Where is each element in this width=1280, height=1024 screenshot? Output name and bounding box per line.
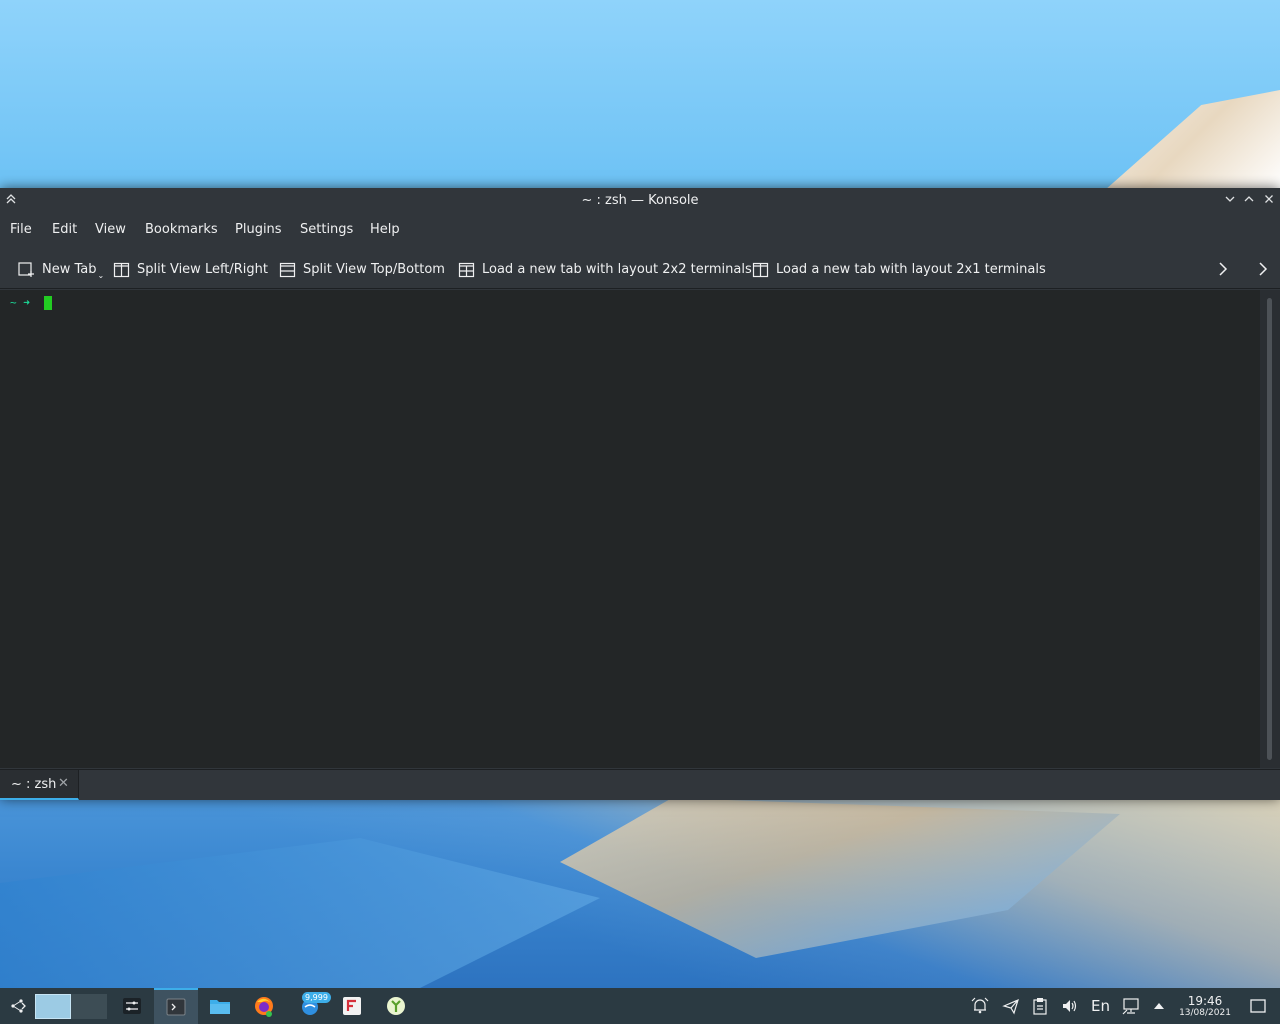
main-toolbar: New Tab ⌄ Split View Left/Right Split Vi… xyxy=(0,250,1280,289)
close-icon[interactable]: ✕ xyxy=(58,776,69,791)
network-tray[interactable] xyxy=(1122,988,1140,1024)
chevron-down-icon[interactable]: ⌄ xyxy=(98,271,105,280)
task-settings[interactable] xyxy=(116,988,148,1024)
store-app-icon xyxy=(343,997,361,1015)
split-top-bottom-label: Split View Top/Bottom xyxy=(303,261,445,277)
task-firefox[interactable] xyxy=(248,988,280,1024)
minimize-button[interactable] xyxy=(1221,192,1239,210)
telegram-tray[interactable] xyxy=(1002,988,1020,1024)
split-left-right-button[interactable]: Split View Left/Right xyxy=(113,259,268,279)
clipboard-tray[interactable] xyxy=(1032,988,1048,1024)
new-tab-icon xyxy=(18,262,34,277)
volume-tray[interactable] xyxy=(1061,988,1079,1024)
wallpaper-lower xyxy=(0,798,1280,988)
shell-prompt: ~ ➜ xyxy=(10,296,30,309)
scrollbar-thumb[interactable] xyxy=(1267,298,1272,760)
notifications-tray[interactable] xyxy=(971,988,989,1024)
wallpaper-mountain xyxy=(1105,90,1280,190)
tab-label: ~ : zsh xyxy=(11,777,57,792)
split-top-bottom-button[interactable]: Split View Top/Bottom xyxy=(279,259,445,279)
task-dolphin[interactable] xyxy=(203,988,237,1024)
taskbar: 9,999 En 19:46 13/08/2021 xyxy=(0,988,1280,1024)
close-button[interactable] xyxy=(1260,192,1278,210)
title-bar[interactable]: ~ : zsh — Konsole xyxy=(0,188,1280,214)
toolbar-overflow-button[interactable] xyxy=(1216,259,1237,279)
konsole-app-icon xyxy=(166,998,186,1016)
layout-grid-icon xyxy=(458,262,475,277)
network-wired-icon xyxy=(1122,998,1139,1015)
chevron-right-icon xyxy=(1219,262,1228,276)
menu-settings[interactable]: Settings xyxy=(300,222,353,237)
tab-bar: ~ : zsh ✕ xyxy=(0,769,1280,800)
terminal-area[interactable]: ~ ➜ xyxy=(0,290,1260,768)
speaker-icon xyxy=(1063,1000,1077,1012)
menu-file[interactable]: File xyxy=(10,222,32,237)
alarm-bell-icon xyxy=(971,997,989,1014)
toolbar-extension-button[interactable] xyxy=(1256,259,1277,279)
show-desktop-button[interactable] xyxy=(1249,988,1267,1024)
menu-plugins[interactable]: Plugins xyxy=(235,222,282,237)
clock-date[interactable]: 13/08/2021 xyxy=(1178,1008,1232,1018)
show-desktop-icon xyxy=(1250,999,1266,1013)
split-vertical-icon xyxy=(279,262,296,277)
virtual-desktop-pager[interactable] xyxy=(35,994,107,1019)
menu-view[interactable]: View xyxy=(95,222,126,237)
plant-app-icon xyxy=(387,997,405,1015)
text-cursor xyxy=(44,296,52,310)
clipboard-icon xyxy=(1033,998,1047,1015)
chevron-right-icon xyxy=(1259,262,1268,276)
task-software-center[interactable] xyxy=(336,988,368,1024)
tab-zsh[interactable]: ~ : zsh ✕ xyxy=(0,770,79,800)
terminal-scrollbar[interactable] xyxy=(1260,290,1280,768)
layout-2x1-button[interactable]: Load a new tab with layout 2x1 terminals xyxy=(752,259,1046,279)
menu-bar: File Edit View Bookmarks Plugins Setting… xyxy=(0,215,1280,245)
new-tab-button[interactable]: New Tab ⌄ xyxy=(17,259,105,280)
split-left-right-label: Split View Left/Right xyxy=(137,261,269,277)
menu-bookmarks[interactable]: Bookmarks xyxy=(145,222,218,237)
clock-time[interactable]: 19:46 xyxy=(1178,994,1232,1008)
split-horizontal-icon xyxy=(113,262,130,277)
firefox-icon xyxy=(255,997,273,1017)
layout-columns-icon xyxy=(752,262,769,277)
arrow-up-icon xyxy=(1154,1003,1164,1009)
maximize-button[interactable] xyxy=(1240,192,1258,210)
layout-2x2-label: Load a new tab with layout 2x2 terminals xyxy=(482,261,752,277)
task-konsole[interactable] xyxy=(154,988,198,1024)
send-plane-icon xyxy=(1002,998,1019,1015)
layout-2x1-label: Load a new tab with layout 2x1 terminals xyxy=(776,261,1046,277)
keyboard-layout-tray[interactable]: En xyxy=(1091,988,1110,1024)
folder-icon xyxy=(210,1000,230,1014)
konsole-window: ~ : zsh — Konsole File Edit View Bookmar… xyxy=(0,188,1280,800)
desktop-1[interactable] xyxy=(35,994,71,1019)
window-title: ~ : zsh — Konsole xyxy=(581,193,699,208)
show-hidden-icons-button[interactable] xyxy=(1152,988,1166,1024)
kde-launcher-icon xyxy=(11,999,26,1013)
new-tab-label: New Tab xyxy=(42,261,97,277)
notification-badge: 9,999 xyxy=(302,992,331,1003)
settings-app-icon xyxy=(123,998,141,1014)
application-launcher[interactable] xyxy=(4,988,32,1024)
menu-edit[interactable]: Edit xyxy=(52,222,77,237)
menu-help[interactable]: Help xyxy=(370,222,400,237)
layout-2x2-button[interactable]: Load a new tab with layout 2x2 terminals xyxy=(458,259,752,279)
task-kdeconnect[interactable] xyxy=(380,988,412,1024)
